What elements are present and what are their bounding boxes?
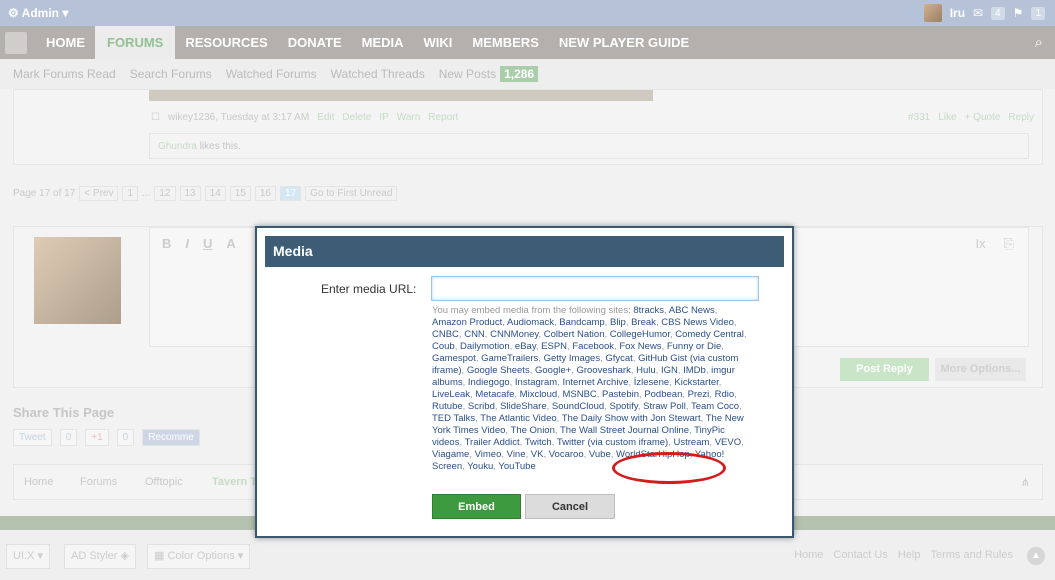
media-site-link[interactable]: The Atlantic Video [480,413,556,424]
media-site-link[interactable]: Scribd [468,401,495,412]
media-site-link[interactable]: Vine [507,449,526,460]
media-site-link[interactable]: Instagram [515,377,557,388]
media-site-link[interactable]: Vocaroo [549,449,584,460]
media-site-link[interactable]: Twitter (via custom iframe) [557,437,668,448]
media-site-link[interactable]: Metacafe [475,389,514,400]
media-site-link[interactable]: Dailymotion [460,341,510,352]
media-site-link[interactable]: Trailer Addict [465,437,520,448]
media-site-link[interactable]: Mixcloud [520,389,558,400]
media-site-link[interactable]: The Onion [511,425,555,436]
media-site-link[interactable]: MSNBC [562,389,596,400]
media-site-link[interactable]: Youku [467,461,493,472]
media-site-link[interactable]: Google+ [535,365,571,376]
media-site-link[interactable]: The Wall Street Journal Online [560,425,689,436]
media-site-link[interactable]: IMDb [683,365,706,376]
media-site-link[interactable]: LiveLeak [432,389,470,400]
media-site-link[interactable]: Vimeo [475,449,502,460]
media-site-link[interactable]: Hulu [636,365,656,376]
cancel-button[interactable]: Cancel [525,494,615,519]
media-site-link[interactable]: The Daily Show with Jon Stewart [562,413,701,424]
media-site-link[interactable]: Rutube [432,401,463,412]
highlight-circle [612,452,726,484]
supported-sites: You may embed media from the following s… [432,305,747,472]
media-site-link[interactable]: Vube [589,449,611,460]
media-site-link[interactable]: eBay [515,341,536,352]
media-site-link[interactable]: CNBC [432,329,459,340]
media-site-link[interactable]: YouTube [498,461,535,472]
media-site-link[interactable]: Kickstarter [674,377,718,388]
media-site-link[interactable]: Team Coco [691,401,739,412]
media-site-link[interactable]: Colbert Nation [544,329,605,340]
media-site-link[interactable]: Fox News [619,341,661,352]
media-site-link[interactable]: Audiomack [507,317,554,328]
media-url-input[interactable] [431,276,759,301]
media-site-link[interactable]: GameTrailers [481,353,538,364]
media-site-link[interactable]: Grooveshark [576,365,630,376]
media-site-link[interactable]: Gamespot [432,353,476,364]
media-site-link[interactable]: Break [631,317,656,328]
media-site-link[interactable]: 8tracks [633,305,664,316]
media-site-link[interactable]: Twitch [525,437,552,448]
media-site-link[interactable]: Blip [610,317,626,328]
media-site-link[interactable]: Viagame [432,449,469,460]
media-site-link[interactable]: Bandcamp [559,317,604,328]
media-site-link[interactable]: CollegeHumor [610,329,670,340]
media-site-link[interactable]: Straw Poll [643,401,686,412]
embed-button[interactable]: Embed [432,494,521,519]
media-site-link[interactable]: Spotify [609,401,637,412]
media-site-link[interactable]: Comedy Central [675,329,744,340]
media-site-link[interactable]: CNNMoney [490,329,538,340]
media-site-link[interactable]: SoundCloud [552,401,604,412]
sites-intro: You may embed media from the following s… [432,305,634,316]
media-site-link[interactable]: Facebook [572,341,614,352]
dialog-title: Media [265,236,784,267]
media-site-link[interactable]: TED Talks [432,413,475,424]
media-site-link[interactable]: Prezi [688,389,710,400]
media-site-link[interactable]: VK [531,449,544,460]
media-site-link[interactable]: Coub [432,341,455,352]
media-site-link[interactable]: ABC News [669,305,715,316]
media-site-link[interactable]: Getty Images [544,353,601,364]
media-site-link[interactable]: Funny or Die [667,341,721,352]
media-site-link[interactable]: CBS News Video [661,317,734,328]
media-site-link[interactable]: Podbean [644,389,682,400]
media-site-link[interactable]: Pastebin [602,389,639,400]
media-site-link[interactable]: Gfycat [605,353,632,364]
media-site-link[interactable]: ESPN [541,341,567,352]
media-site-link[interactable]: Internet Archive [562,377,628,388]
media-site-link[interactable]: İzlesene [634,377,669,388]
media-site-link[interactable]: Ustream [674,437,710,448]
media-site-link[interactable]: Indiegogo [468,377,510,388]
url-label: Enter media URL: [321,282,417,296]
media-site-link[interactable]: VEVO [715,437,741,448]
media-dialog: Media Enter media URL: You may embed med… [255,226,794,538]
media-site-link[interactable]: SlideShare [500,401,546,412]
media-site-link[interactable]: CNN [464,329,485,340]
media-site-link[interactable]: Amazon Product [432,317,502,328]
media-site-link[interactable]: IGN [661,365,678,376]
media-site-link[interactable]: Google Sheets [467,365,530,376]
media-site-link[interactable]: Rdio [715,389,735,400]
